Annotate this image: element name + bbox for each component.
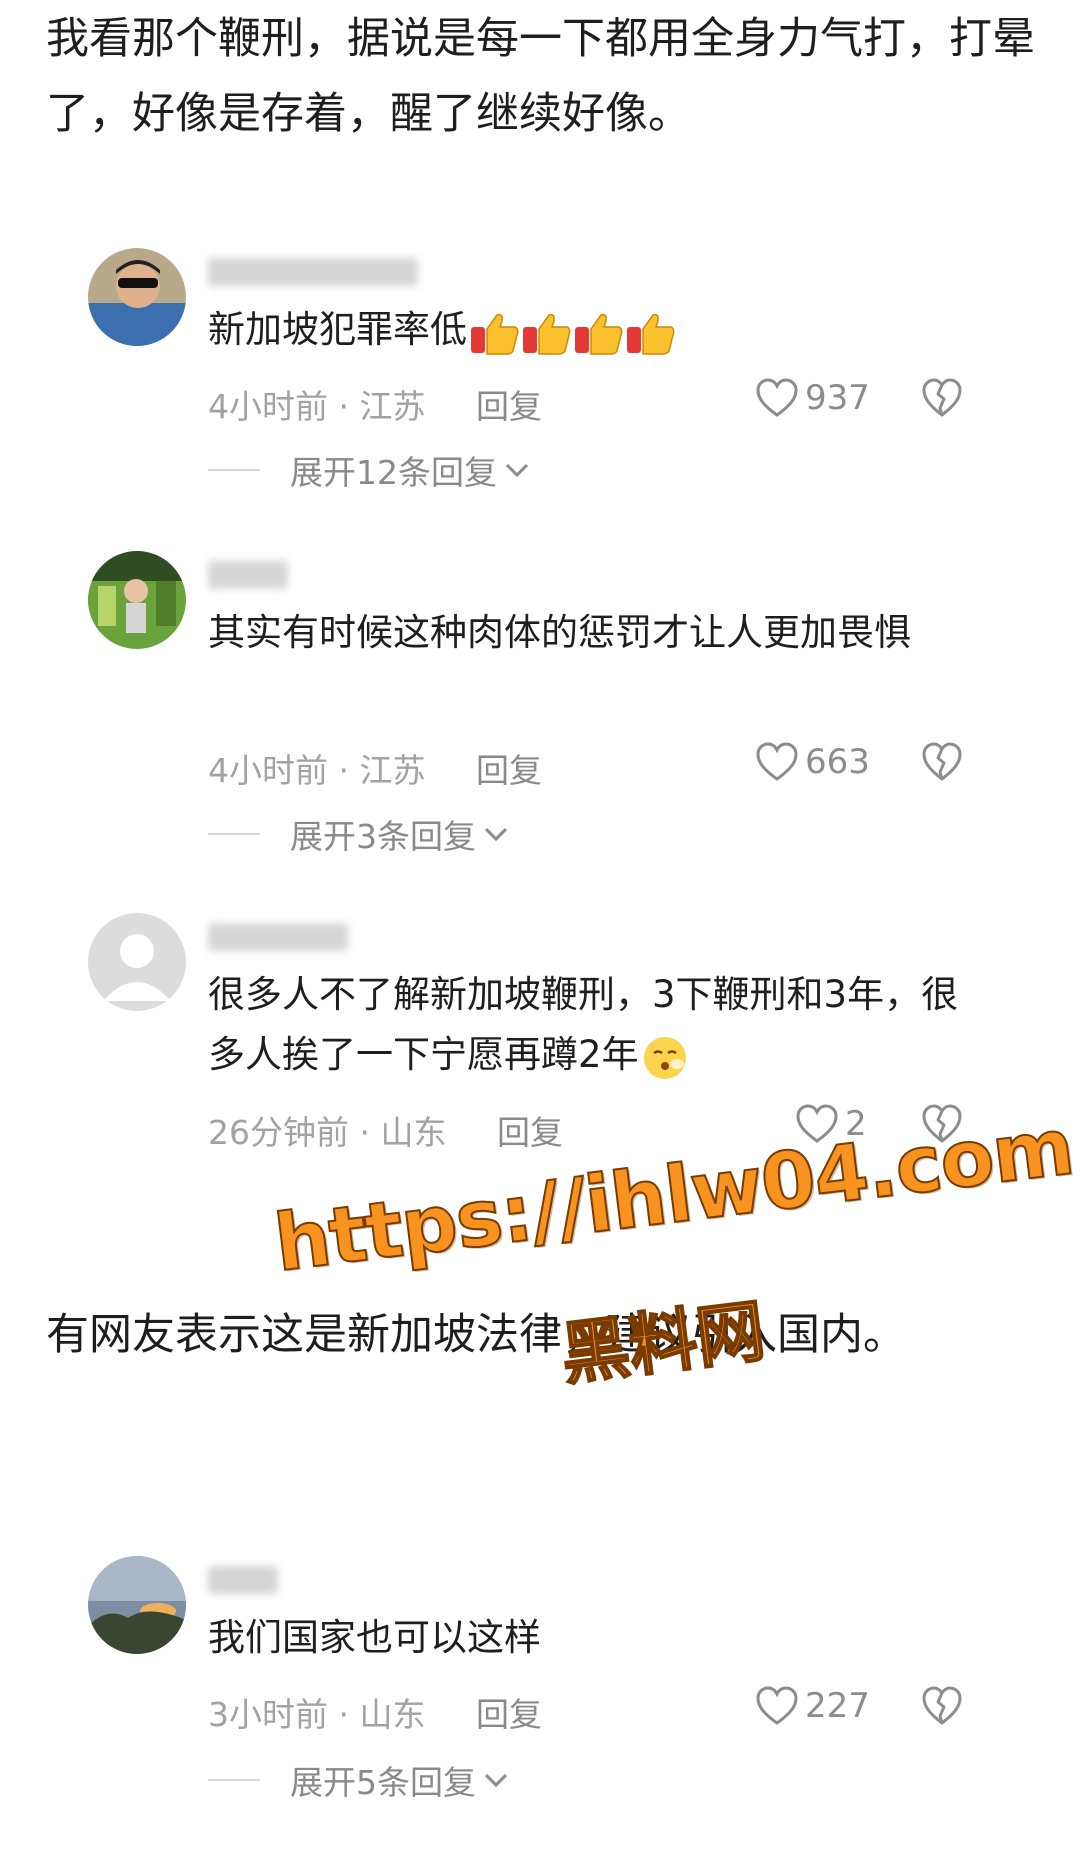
- like-button[interactable]: 227: [755, 1686, 870, 1726]
- username-blurred[interactable]: [208, 923, 348, 951]
- comment-time: 26分钟前: [208, 1113, 349, 1152]
- comment-item: 我们国家也可以这样 3小时前 · 山东 回复 227 展开5条回复: [0, 1556, 1080, 1856]
- comment-time: 4小时前: [208, 387, 328, 426]
- heart-icon: [756, 742, 798, 781]
- comment-location: 江苏: [359, 387, 426, 426]
- expand-replies-button[interactable]: 展开3条回复: [208, 810, 510, 858]
- comment-item: 其实有时候这种肉体的惩罚才让人更加畏惧 4小时前 · 江苏 回复 663 展开3…: [0, 551, 1080, 856]
- thumbs-up-icon: [469, 302, 677, 362]
- expand-replies-button[interactable]: 展开12条回复: [208, 446, 531, 494]
- comment-meta: 3小时前 · 山东 回复: [208, 1695, 542, 1734]
- broken-heart-icon: [922, 1686, 962, 1725]
- reply-button[interactable]: 回复: [497, 1113, 563, 1152]
- like-count: 663: [805, 742, 870, 782]
- like-count: 227: [805, 1686, 870, 1726]
- like-count: 2: [845, 1104, 867, 1144]
- heart-icon: [796, 1104, 838, 1143]
- dislike-button[interactable]: [921, 1686, 963, 1726]
- like-button[interactable]: 2: [795, 1104, 867, 1144]
- dislike-button[interactable]: [921, 378, 963, 418]
- username-blurred[interactable]: [208, 258, 418, 286]
- comment-item: 很多人不了解新加坡鞭刑，3下鞭刑和3年，很多人挨了一下宁愿再蹲2年 26分钟前 …: [0, 913, 1080, 1213]
- comment-location: 山东: [380, 1113, 447, 1152]
- expand-replies-button[interactable]: 展开5条回复: [208, 1756, 510, 1804]
- chevron-down-icon: [484, 1773, 508, 1788]
- comment-text: 新加坡犯罪率低: [208, 300, 968, 362]
- divider: [208, 833, 260, 835]
- tearful-face-icon: [641, 1027, 689, 1087]
- comment-text: 我们国家也可以这样: [208, 1616, 541, 1659]
- divider: [208, 1779, 260, 1781]
- broken-heart-icon: [922, 378, 962, 417]
- chevron-down-icon: [484, 827, 508, 842]
- comment-location: 江苏: [359, 751, 426, 790]
- comment-text: 很多人不了解新加坡鞭刑，3下鞭刑和3年，很多人挨了一下宁愿再蹲2年: [208, 965, 968, 1087]
- like-count: 937: [805, 378, 870, 418]
- avatar[interactable]: [88, 1556, 186, 1654]
- post-paragraph-1: 我看那个鞭刑，据说是每一下都用全身力气打，打晕了，好像是存着，醒了继续好像。: [46, 14, 1035, 139]
- like-button[interactable]: 937: [755, 378, 870, 418]
- comment-meta: 4小时前 · 江苏 回复: [208, 387, 542, 426]
- dislike-button[interactable]: [921, 1104, 963, 1144]
- chevron-down-icon: [505, 463, 529, 478]
- avatar[interactable]: [88, 551, 186, 649]
- broken-heart-icon: [922, 742, 962, 781]
- dislike-button[interactable]: [921, 742, 963, 782]
- reply-button[interactable]: 回复: [476, 387, 542, 426]
- reply-button[interactable]: 回复: [476, 751, 542, 790]
- divider: [208, 469, 260, 471]
- heart-icon: [756, 378, 798, 417]
- avatar[interactable]: [88, 248, 186, 346]
- reply-button[interactable]: 回复: [476, 1695, 542, 1734]
- comment-time: 3小时前: [208, 1695, 328, 1734]
- like-button[interactable]: 663: [755, 742, 870, 782]
- heart-icon: [756, 1686, 798, 1725]
- comment-text: 其实有时候这种肉体的惩罚才让人更加畏惧: [208, 611, 911, 654]
- comment-meta: 4小时前 · 江苏 回复: [208, 751, 542, 790]
- comment-meta: 26分钟前 · 山东 回复: [208, 1113, 563, 1152]
- comment-item: 新加坡犯罪率低 4小时前 · 江苏 回复 937 展开12条回复: [0, 248, 1080, 548]
- username-blurred[interactable]: [208, 561, 288, 589]
- comment-time: 4小时前: [208, 751, 328, 790]
- comment-location: 山东: [359, 1695, 426, 1734]
- broken-heart-icon: [922, 1104, 962, 1143]
- username-blurred[interactable]: [208, 1566, 278, 1594]
- avatar[interactable]: [88, 913, 186, 1011]
- post-paragraph-2: 有网友表示这是新加坡法律，建议引入国内。: [46, 1310, 906, 1360]
